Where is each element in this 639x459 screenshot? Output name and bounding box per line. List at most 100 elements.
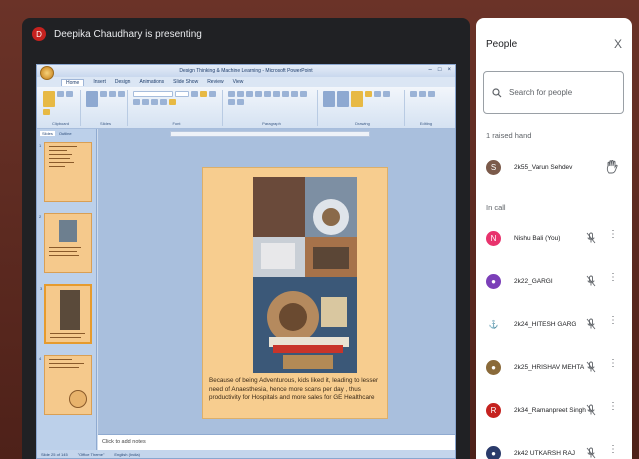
presentation-stage: D Deepika Chaudhary is presenting Design… — [22, 18, 470, 459]
mic-off-icon[interactable] — [586, 447, 596, 459]
align-right-icon[interactable] — [300, 91, 307, 97]
select-icon[interactable] — [428, 91, 435, 97]
slide-editing-area[interactable]: Because of being Adventurous, kids liked… — [98, 129, 455, 434]
close-icon[interactable]: X — [614, 37, 622, 51]
paste-icon[interactable] — [43, 91, 55, 107]
people-title: People — [486, 38, 518, 50]
slide-photo[interactable] — [253, 177, 357, 373]
thumbnail-image — [59, 220, 77, 242]
powerpoint-window[interactable]: Design Thinking & Machine Learning - Mic… — [36, 64, 456, 459]
clear-format-icon[interactable] — [200, 91, 207, 97]
align-left-icon[interactable] — [282, 91, 289, 97]
shape-effects-icon[interactable] — [383, 91, 390, 97]
replace-icon[interactable] — [419, 91, 426, 97]
text-direction-icon[interactable] — [273, 91, 280, 97]
delete-slide-icon[interactable] — [118, 91, 125, 97]
mic-off-icon[interactable] — [586, 318, 596, 330]
grow-font-icon[interactable] — [191, 91, 198, 97]
ppt-titlebar: Design Thinking & Machine Learning - Mic… — [37, 65, 455, 80]
slide-caption[interactable]: Because of being Adventurous, kids liked… — [209, 377, 385, 403]
shapes-icon[interactable] — [323, 91, 335, 107]
slide-thumbnail[interactable]: 4 — [39, 355, 92, 415]
line-spacing-icon[interactable] — [264, 91, 271, 97]
office-button[interactable] — [40, 66, 54, 80]
format-painter-icon[interactable] — [43, 109, 50, 115]
copy-icon[interactable] — [66, 91, 73, 97]
ribbon-group-slides: Slides — [84, 90, 128, 126]
tab-view[interactable]: View — [233, 79, 244, 85]
mic-off-icon[interactable] — [586, 275, 596, 287]
font-size-select[interactable] — [175, 91, 189, 97]
participant-row[interactable]: ● 2k22_GARGI ⋮ — [476, 268, 632, 294]
notes-field[interactable]: Click to add notes — [98, 434, 455, 450]
cut-icon[interactable] — [57, 91, 64, 97]
new-slide-icon[interactable] — [86, 91, 98, 107]
mic-off-icon[interactable] — [586, 404, 596, 416]
pane-tabs: Slides Outline — [37, 129, 96, 138]
italic-icon[interactable] — [133, 99, 140, 105]
pane-tab-outline[interactable]: Outline — [59, 131, 72, 136]
mic-off-icon[interactable] — [586, 361, 596, 373]
slide-thumbnail-selected[interactable]: 3 — [40, 284, 92, 344]
tab-slide-show[interactable]: Slide Show — [173, 79, 198, 85]
shape-outline-icon[interactable] — [374, 91, 381, 97]
layout-icon[interactable] — [100, 91, 107, 97]
bold-icon[interactable] — [209, 91, 216, 97]
ribbon-group-label: Editing — [419, 121, 433, 126]
current-slide[interactable]: Because of being Adventurous, kids liked… — [202, 167, 388, 419]
ribbon-group-label: Font — [172, 121, 181, 126]
align-center-icon[interactable] — [291, 91, 298, 97]
participant-row[interactable]: ● 2k42 UTKARSH RAJ ⋮ — [476, 440, 632, 459]
numbering-icon[interactable] — [237, 91, 244, 97]
presenter-text: Deepika Chaudhary is presenting — [54, 28, 202, 40]
more-options-icon[interactable]: ⋮ — [608, 359, 618, 369]
slide-thumbnail[interactable]: 2 — [39, 213, 92, 273]
smartart-icon[interactable] — [237, 99, 244, 105]
reset-icon[interactable] — [109, 91, 116, 97]
participant-row[interactable]: ● 2k25_HRISHAV MEHTA ⋮ — [476, 354, 632, 380]
status-bar: Slide 25 of 145 "Office Theme" English (… — [37, 450, 455, 458]
slide-thumbnail[interactable]: 1 — [39, 142, 92, 202]
more-options-icon[interactable]: ⋮ — [608, 316, 618, 326]
shadow-icon[interactable] — [151, 99, 158, 105]
font-name-select[interactable] — [133, 91, 173, 97]
raised-hand-icon[interactable] — [606, 160, 618, 174]
participant-row[interactable]: N Nishu Bali (You) ⋮ — [476, 225, 632, 251]
participant-name: 2k24_HITESH GARG — [514, 320, 577, 328]
shape-fill-icon[interactable] — [365, 91, 372, 97]
participant-name: 2k22_GARGI — [514, 277, 553, 285]
outdent-icon[interactable] — [255, 91, 262, 97]
maximize-icon[interactable]: □ — [438, 67, 442, 73]
participant-name: Nishu Bali (You) — [514, 234, 561, 242]
tab-home[interactable]: Home — [61, 78, 85, 86]
tab-animations[interactable]: Animations — [139, 79, 164, 85]
more-options-icon[interactable]: ⋮ — [608, 445, 618, 455]
more-options-icon[interactable]: ⋮ — [608, 402, 618, 412]
font-color-icon[interactable] — [169, 99, 176, 105]
participant-name: 2k55_Varun Sehdev — [514, 163, 573, 171]
people-header: People X — [476, 18, 632, 54]
arrange-icon[interactable] — [337, 91, 349, 107]
participant-row[interactable]: R 2k34_Ramanpreet Singh ⋮ — [476, 397, 632, 423]
search-input[interactable]: Search for people — [483, 71, 624, 114]
tab-design[interactable]: Design — [115, 79, 131, 85]
underline-icon[interactable] — [142, 99, 149, 105]
strikethrough-icon[interactable] — [160, 99, 167, 105]
bullets-icon[interactable] — [228, 91, 235, 97]
find-icon[interactable] — [410, 91, 417, 97]
ribbon-tabs: Home Insert Design Animations Slide Show… — [37, 77, 455, 87]
minimize-icon[interactable]: – — [429, 67, 432, 73]
more-options-icon[interactable]: ⋮ — [608, 230, 618, 240]
raised-hand-participant[interactable]: S 2k55_Varun Sehdev — [476, 154, 632, 180]
avatar: N — [486, 230, 501, 246]
tab-insert[interactable]: Insert — [93, 79, 106, 85]
participant-row[interactable]: ⚓ 2k24_HITESH GARG ⋮ — [476, 311, 632, 337]
mic-off-icon[interactable] — [586, 232, 596, 244]
pane-tab-slides[interactable]: Slides — [40, 131, 55, 136]
quick-styles-icon[interactable] — [351, 91, 363, 107]
tab-review[interactable]: Review — [207, 79, 223, 85]
close-window-icon[interactable]: × — [447, 67, 451, 73]
indent-icon[interactable] — [246, 91, 253, 97]
justify-icon[interactable] — [228, 99, 235, 105]
more-options-icon[interactable]: ⋮ — [608, 273, 618, 283]
